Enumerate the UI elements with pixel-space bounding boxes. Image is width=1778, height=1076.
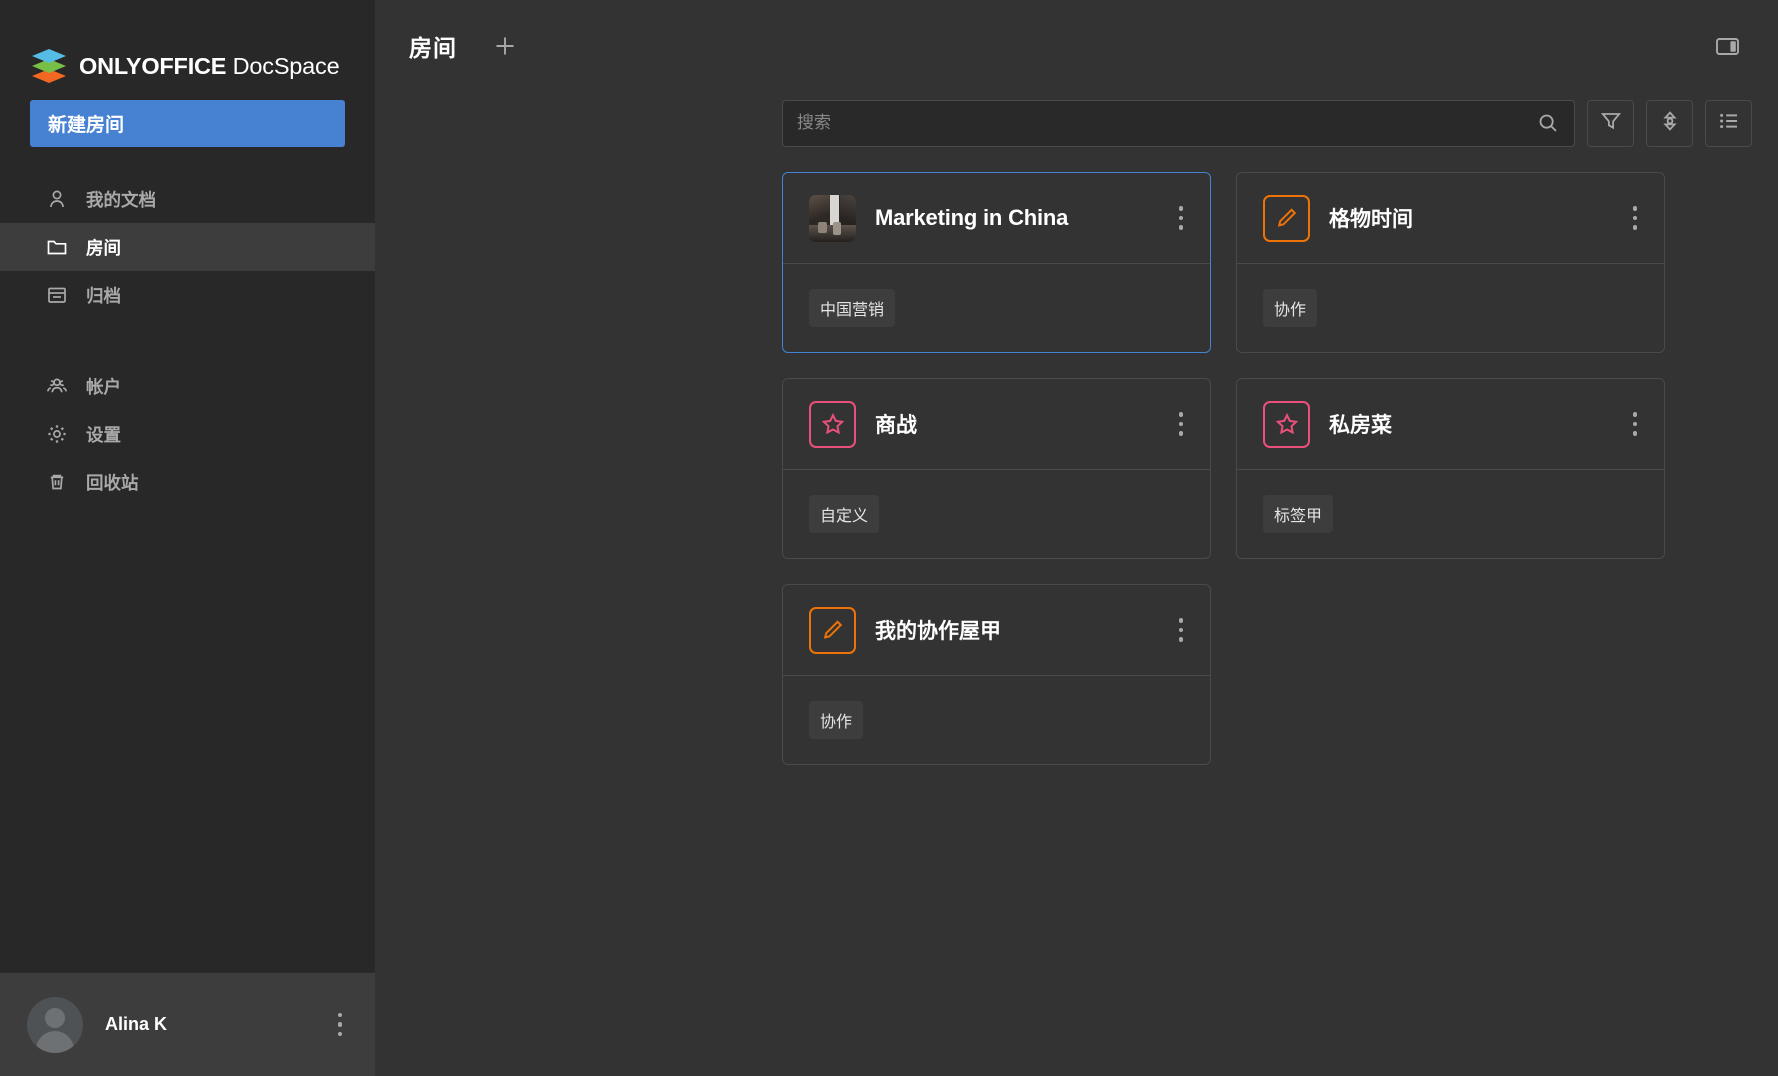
view-mode-button[interactable] <box>1705 99 1752 147</box>
room-card-header: 我的协作屋甲 <box>783 585 1210 676</box>
nav-group-primary: 我的文档 房间 归档 <box>0 175 375 319</box>
sidebar-item-label: 归档 <box>86 285 121 306</box>
room-card[interactable]: 我的协作屋甲 协作 <box>782 584 1211 765</box>
list-view-icon <box>1717 109 1741 138</box>
funnel-filter-icon <box>1599 109 1623 138</box>
gear-icon <box>46 423 68 445</box>
room-card[interactable]: 格物时间 协作 <box>1236 172 1665 353</box>
sidebar-item-archive[interactable]: 归档 <box>0 271 375 319</box>
room-card-body: 标签甲 <box>1237 470 1664 558</box>
sidebar-item-my-documents[interactable]: 我的文档 <box>0 175 375 223</box>
sidebar-item-accounts[interactable]: 帐户 <box>0 362 375 410</box>
room-tag[interactable]: 标签甲 <box>1263 495 1334 533</box>
panel-layout-toggle-icon[interactable] <box>1708 27 1746 65</box>
trash-icon <box>46 471 68 493</box>
app-window: ONLYOFFICE DocSpace 新建房间 我的文档 房间 归档 帐户 设… <box>0 0 1778 1076</box>
room-title: 商战 <box>875 414 917 437</box>
sidebar-item-settings[interactable]: 设置 <box>0 410 375 458</box>
sidebar-item-label: 帐户 <box>86 376 121 397</box>
sidebar-item-label: 设置 <box>86 424 121 445</box>
default-user-avatar-icon <box>27 996 83 1053</box>
sidebar-item-label: 回收站 <box>86 472 139 493</box>
room-kebab-menu-icon[interactable] <box>1624 205 1646 231</box>
search-icon[interactable] <box>1528 103 1568 143</box>
room-card-body: 自定义 <box>783 470 1210 558</box>
avatar-body <box>36 1030 74 1053</box>
room-card-body: 协作 <box>1237 264 1664 352</box>
brand-title: ONLYOFFICE DocSpace <box>79 52 340 80</box>
search-field[interactable] <box>782 99 1575 147</box>
main-content: 房间 搜索 Marketing in China 中国营销 格物时间 协作 商战… <box>375 0 1778 1076</box>
sidebar-item-label: 我的文档 <box>86 189 156 210</box>
room-kebab-menu-icon[interactable] <box>1170 617 1192 643</box>
page-title: 房间 <box>409 35 457 61</box>
user-name: Alina K <box>105 1014 168 1034</box>
new-room-button[interactable]: 新建房间 <box>30 100 345 147</box>
room-card[interactable]: Marketing in China 中国营销 <box>782 172 1211 353</box>
brand-title-light: DocSpace <box>226 52 340 79</box>
room-title: 格物时间 <box>1329 208 1413 231</box>
room-card-header: Marketing in China <box>783 173 1210 264</box>
folder-icon <box>46 236 68 258</box>
room-photo-thumbnail-icon <box>809 194 856 242</box>
archive-box-icon <box>46 284 68 306</box>
pencil-edit-icon <box>1263 194 1310 242</box>
room-tag[interactable]: 协作 <box>1263 289 1318 327</box>
room-card-header: 私房菜 <box>1237 379 1664 470</box>
sort-updown-icon <box>1658 109 1682 138</box>
sort-button[interactable] <box>1646 99 1693 147</box>
filter-toolbar <box>375 92 1778 154</box>
room-kebab-menu-icon[interactable] <box>1170 205 1192 231</box>
nav-divider-gap <box>0 319 375 362</box>
search-input[interactable] <box>797 113 1528 133</box>
pencil-edit-icon <box>809 606 856 654</box>
room-card[interactable]: 商战 自定义 <box>782 378 1211 559</box>
room-card[interactable]: 私房菜 标签甲 <box>1236 378 1665 559</box>
user-profile[interactable]: Alina K <box>0 972 375 1076</box>
profile-kebab-menu-icon[interactable] <box>329 1012 351 1038</box>
rooms-grid: Marketing in China 中国营销 格物时间 协作 商战 自定义 私… <box>375 154 1778 1076</box>
room-card-body: 中国营销 <box>783 264 1210 352</box>
filter-button[interactable] <box>1587 99 1634 147</box>
onlyoffice-stack-logo-icon <box>30 49 68 83</box>
room-kebab-menu-icon[interactable] <box>1170 411 1192 437</box>
people-group-icon <box>46 375 68 397</box>
person-icon <box>46 188 68 210</box>
nav-group-secondary: 帐户 设置 回收站 <box>0 362 375 506</box>
brand-title-bold: ONLYOFFICE <box>79 52 227 79</box>
star-outline-icon <box>809 400 856 448</box>
sidebar-item-rooms[interactable]: 房间 <box>0 223 375 271</box>
room-tag[interactable]: 协作 <box>809 701 864 739</box>
room-card-header: 格物时间 <box>1237 173 1664 264</box>
room-title: 私房菜 <box>1329 414 1392 437</box>
plus-icon[interactable] <box>488 29 522 63</box>
room-title: Marketing in China <box>875 205 1069 230</box>
room-tag[interactable]: 中国营销 <box>809 289 896 327</box>
room-card-body: 协作 <box>783 676 1210 764</box>
room-title: 我的协作屋甲 <box>875 620 1001 643</box>
room-kebab-menu-icon[interactable] <box>1624 411 1646 437</box>
avatar-head <box>45 1007 65 1028</box>
room-tag[interactable]: 自定义 <box>809 495 880 533</box>
sidebar-nav: 我的文档 房间 归档 帐户 设置 回收站 <box>0 175 375 506</box>
brand-header[interactable]: ONLYOFFICE DocSpace <box>0 0 375 96</box>
page-header: 房间 <box>375 0 1778 92</box>
sidebar-item-trash[interactable]: 回收站 <box>0 458 375 506</box>
star-outline-icon <box>1263 400 1310 448</box>
room-card-header: 商战 <box>783 379 1210 470</box>
sidebar-item-label: 房间 <box>86 237 121 258</box>
sidebar: ONLYOFFICE DocSpace 新建房间 我的文档 房间 归档 帐户 设… <box>0 0 375 1076</box>
